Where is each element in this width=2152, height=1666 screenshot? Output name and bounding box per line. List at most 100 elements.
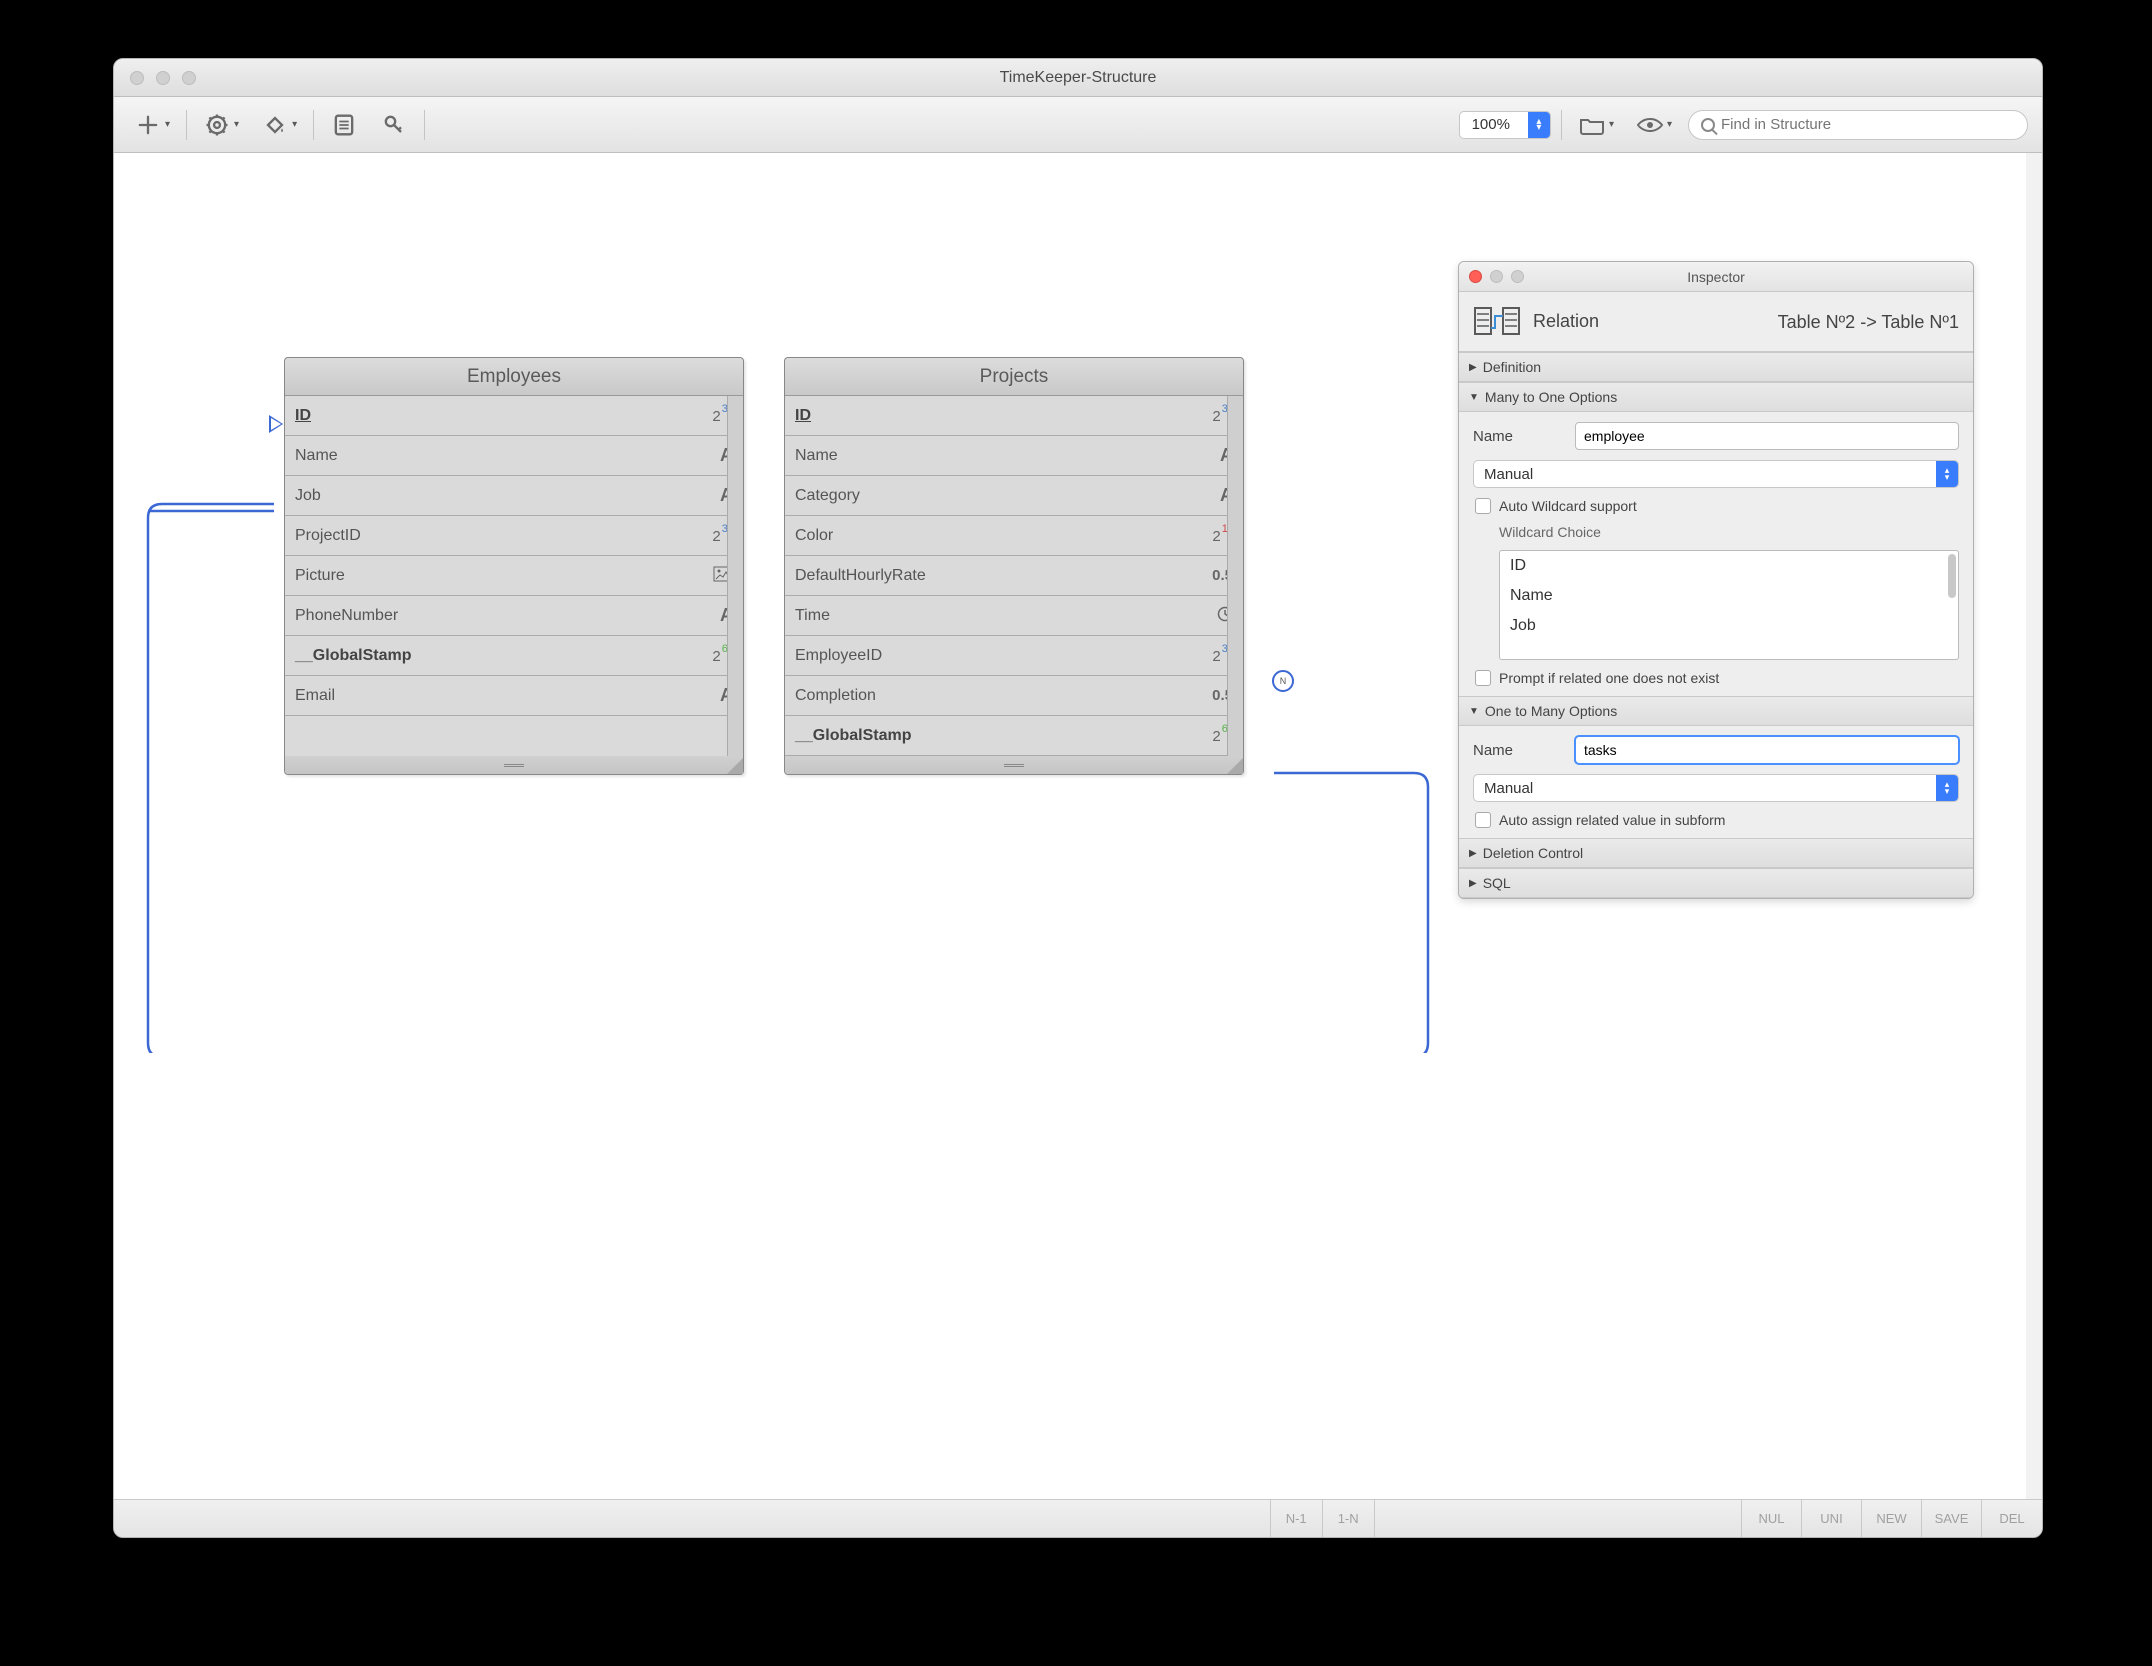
- key-button[interactable]: [374, 107, 414, 143]
- toolbar-divider: [1561, 110, 1562, 140]
- list-scrollbar[interactable]: [1948, 554, 1956, 598]
- field-row[interactable]: ID232: [785, 396, 1243, 436]
- table-header[interactable]: Employees: [285, 358, 743, 396]
- wildcard-choice-label: Wildcard Choice: [1473, 524, 1959, 540]
- folder-button[interactable]: ▾: [1572, 107, 1620, 143]
- field-row[interactable]: Picture: [285, 556, 743, 596]
- gear-icon: [203, 111, 231, 139]
- field-row[interactable]: EmailA: [285, 676, 743, 716]
- field-row[interactable]: NameA: [285, 436, 743, 476]
- otm-mode-select[interactable]: Manual ▴▾: [1473, 774, 1959, 802]
- field-row[interactable]: Time: [785, 596, 1243, 636]
- section-deletion-control[interactable]: ▶ Deletion Control: [1459, 838, 1973, 868]
- field-row[interactable]: CategoryA: [785, 476, 1243, 516]
- search-field[interactable]: [1688, 110, 2028, 140]
- key-icon: [380, 111, 408, 139]
- otm-name-input[interactable]: [1575, 736, 1959, 764]
- inspector-panel: Inspector Relation Table Nº2 -> Table Nº…: [1458, 261, 1974, 899]
- auto-assign-label: Auto assign related value in subform: [1499, 812, 1725, 828]
- toolbar: ▾ ▾ ▾ 100% ▴▾ ▾ ▾: [114, 97, 2042, 153]
- zoom-value: 100%: [1460, 116, 1528, 133]
- status-del: DEL: [1982, 1500, 2042, 1537]
- chevron-down-icon: ▾: [1667, 119, 1672, 130]
- table-scrollbar[interactable]: [727, 396, 743, 756]
- status-n1: N-1: [1271, 1500, 1323, 1537]
- structure-canvas[interactable]: N Employees ID232 NameA JobA ProjectID23…: [114, 153, 2042, 1499]
- paint-button[interactable]: ▾: [255, 107, 303, 143]
- table-scrollbar[interactable]: [1227, 396, 1243, 756]
- name-label: Name: [1473, 742, 1563, 759]
- section-definition[interactable]: ▶ Definition: [1459, 352, 1973, 382]
- select-chevron-icon: ▴▾: [1936, 460, 1958, 488]
- section-many-to-one[interactable]: ▼ Many to One Options: [1459, 382, 1973, 412]
- prompt-label: Prompt if related one does not exist: [1499, 670, 1719, 686]
- inspector-title: Inspector: [1459, 269, 1973, 285]
- settings-button[interactable]: ▾: [197, 107, 245, 143]
- section-one-to-many-body: Name Manual ▴▾ Auto assign related value…: [1459, 726, 1973, 838]
- grip-icon: [1004, 764, 1024, 767]
- list-icon: [330, 111, 358, 139]
- list-button[interactable]: [324, 107, 364, 143]
- field-row[interactable]: EmployeeID232: [785, 636, 1243, 676]
- table-employees[interactable]: Employees ID232 NameA JobA ProjectID232 …: [284, 357, 744, 775]
- field-row[interactable]: __GlobalStamp264: [285, 636, 743, 676]
- resize-handle[interactable]: [1227, 758, 1243, 774]
- status-1n: 1-N: [1323, 1500, 1375, 1537]
- chevron-down-icon: ▾: [292, 119, 297, 130]
- main-window: TimeKeeper-Structure ▾ ▾ ▾ 100% ▴▾: [113, 58, 2043, 1538]
- field-row[interactable]: NameA: [785, 436, 1243, 476]
- auto-assign-checkbox[interactable]: [1475, 812, 1491, 828]
- section-many-to-one-body: Name Manual ▴▾ Auto Wildcard support Wil…: [1459, 412, 1973, 696]
- list-item[interactable]: ID: [1500, 551, 1958, 581]
- chevron-down-icon: ▼: [1469, 392, 1479, 403]
- resize-handle[interactable]: [727, 758, 743, 774]
- chevron-right-icon: ▶: [1469, 362, 1477, 373]
- zoom-select[interactable]: 100% ▴▾: [1459, 111, 1551, 139]
- toolbar-divider: [186, 110, 187, 140]
- status-spacer: [1375, 1500, 1742, 1537]
- inspector-type-label: Relation: [1533, 311, 1599, 332]
- table-body: ID232 NameA CategoryA Color216 DefaultHo…: [785, 396, 1243, 756]
- relation-many-badge: N: [1272, 670, 1294, 692]
- section-one-to-many[interactable]: ▼ One to Many Options: [1459, 696, 1973, 726]
- titlebar: TimeKeeper-Structure: [114, 59, 2042, 97]
- plus-icon: [134, 111, 162, 139]
- section-sql[interactable]: ▶ SQL: [1459, 868, 1973, 898]
- list-item[interactable]: Name: [1500, 581, 1958, 611]
- select-chevron-icon: ▴▾: [1528, 111, 1550, 139]
- relation-name-input[interactable]: [1575, 422, 1959, 450]
- chevron-down-icon: ▾: [1609, 119, 1614, 130]
- grip-icon: [504, 764, 524, 767]
- table-footer: [285, 756, 743, 774]
- auto-wildcard-checkbox[interactable]: [1475, 498, 1491, 514]
- relation-arrow-icon: [269, 415, 283, 433]
- field-row[interactable]: Completion0.5: [785, 676, 1243, 716]
- prompt-checkbox[interactable]: [1475, 670, 1491, 686]
- view-button[interactable]: ▾: [1630, 107, 1678, 143]
- mto-mode-select[interactable]: Manual ▴▾: [1473, 460, 1959, 488]
- table-header[interactable]: Projects: [785, 358, 1243, 396]
- field-row[interactable]: Color216: [785, 516, 1243, 556]
- wildcard-choice-list[interactable]: ID Name Job: [1499, 550, 1959, 660]
- statusbar: N-1 1-N NUL UNI NEW SAVE DEL: [114, 1499, 2042, 1537]
- relation-icon: [1473, 304, 1521, 340]
- add-button[interactable]: ▾: [128, 107, 176, 143]
- search-icon: [1701, 118, 1715, 132]
- inspector-header: Relation Table Nº2 -> Table Nº1: [1459, 292, 1973, 352]
- chevron-down-icon: ▾: [165, 119, 170, 130]
- field-row[interactable]: PhoneNumberA: [285, 596, 743, 636]
- field-row[interactable]: __GlobalStamp264: [785, 716, 1243, 756]
- chevron-down-icon: ▼: [1469, 706, 1479, 717]
- field-row[interactable]: JobA: [285, 476, 743, 516]
- toolbar-divider: [424, 110, 425, 140]
- table-projects[interactable]: Projects ID232 NameA CategoryA Color216 …: [784, 357, 1244, 775]
- field-row[interactable]: ID232: [285, 396, 743, 436]
- table-body: ID232 NameA JobA ProjectID232 Picture Ph…: [285, 396, 743, 756]
- search-input[interactable]: [1721, 116, 2015, 133]
- list-item[interactable]: Job: [1500, 611, 1958, 641]
- field-row[interactable]: ProjectID232: [285, 516, 743, 556]
- inspector-subtitle: Table Nº2 -> Table Nº1: [1611, 312, 1959, 332]
- inspector-titlebar: Inspector: [1459, 262, 1973, 292]
- field-row[interactable]: DefaultHourlyRate0.5: [785, 556, 1243, 596]
- status-nul: NUL: [1742, 1500, 1802, 1537]
